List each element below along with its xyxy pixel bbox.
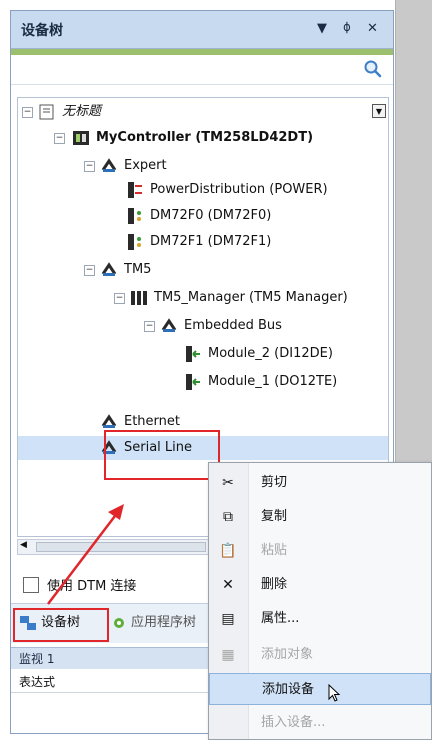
delete-icon: ✕ xyxy=(222,577,234,593)
menu-item-cut[interactable]: ✂ 剪切 xyxy=(209,467,431,499)
menu-item-label: 添加对象 xyxy=(261,647,314,662)
menu-item-add-device[interactable]: 添加设备 xyxy=(209,673,431,705)
copy-icon: ⧉ xyxy=(223,509,233,525)
scissors-icon: ✂ xyxy=(222,475,234,491)
properties-icon: ▤ xyxy=(221,611,235,627)
menu-item-properties[interactable]: ▤ 属性... xyxy=(209,603,431,635)
menu-item-label: 添加设备 xyxy=(262,682,315,697)
menu-item-delete[interactable]: ✕ 删除 xyxy=(209,569,431,601)
menu-item-label: 删除 xyxy=(261,577,288,592)
menu-item-label: 复制 xyxy=(261,509,288,524)
add-object-icon: ▦ xyxy=(221,647,235,663)
menu-item-label: 插入设备... xyxy=(261,715,326,730)
menu-item-label: 属性... xyxy=(261,611,300,626)
mouse-cursor-icon xyxy=(328,684,341,702)
menu-item-copy[interactable]: ⧉ 复制 xyxy=(209,501,431,533)
menu-item-paste[interactable]: 📋 粘贴 xyxy=(209,535,431,567)
paste-icon: 📋 xyxy=(219,543,237,559)
context-menu: ✂ 剪切 ⧉ 复制 📋 粘贴 ✕ 删除 ▤ 属性... ▦ 添加对象 添加设备 … xyxy=(208,462,432,740)
menu-item-add-object[interactable]: ▦ 添加对象 xyxy=(209,639,431,671)
menu-item-label: 剪切 xyxy=(261,475,288,490)
menu-item-label: 粘贴 xyxy=(261,543,288,558)
menu-item-insert-device[interactable]: 插入设备... xyxy=(209,707,431,739)
